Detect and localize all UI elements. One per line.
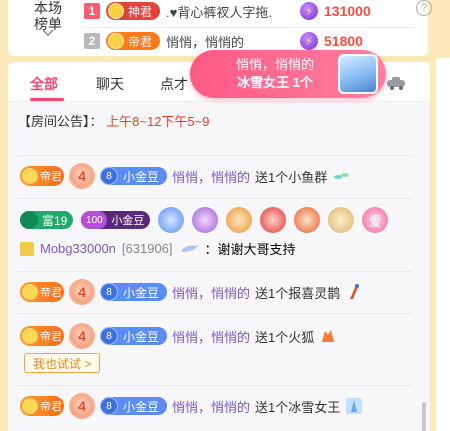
divider (18, 313, 412, 314)
toast-username: 悄悄，悄悄的 (235, 57, 314, 72)
bird-icon (180, 244, 198, 252)
fan-badge[interactable]: 8 小金豆 (100, 283, 168, 301)
gift-text: 送1个冰雪女王 (255, 399, 341, 415)
chat-panel: 全部 聊天 点才 【房间公告】： 上午8~12下午5~9 帝君 4 8 小金豆 … (8, 62, 430, 431)
try-it-button[interactable]: 我也试试 > (24, 353, 101, 373)
snow-queen-icon (338, 54, 378, 94)
tab-chat[interactable]: 聊天 (96, 74, 124, 94)
announcement-text: 上午8~12下午5~9 (106, 114, 210, 129)
ranking-row-1[interactable]: 1 神君 .♥背心裤衩人字拖. ⚡ 131000 (84, 0, 371, 22)
chat-user-id: [631906] (121, 241, 173, 256)
fan-level: 8 (100, 327, 118, 345)
user-level-badge[interactable]: 4 (69, 279, 95, 305)
noble-badge[interactable]: 帝君 (20, 396, 64, 416)
fan-level: 8 (100, 167, 118, 185)
lightning-coin-icon: ⚡ (300, 32, 319, 50)
help-icon[interactable]: ? (416, 0, 432, 16)
fan-name: 小金豆 (123, 169, 160, 184)
gift-message: 帝君 4 8 小金豆 悄悄，悄悄的 送1个小鱼群 (20, 163, 350, 189)
ranking-title-line1: 本场 (34, 0, 62, 16)
magpie-icon (350, 284, 360, 299)
ranking-divider (84, 27, 414, 28)
announcement-prefix: 【房间公告】： (18, 114, 103, 129)
rank-number: 1 (84, 3, 100, 19)
ranking-username: 悄悄，悄悄的 (166, 34, 245, 50)
fan-level: 8 (100, 397, 118, 415)
message-username[interactable]: 悄悄，悄悄的 (172, 283, 250, 302)
divider (18, 155, 412, 156)
wealth-label: 富19 (42, 213, 68, 228)
wealth-icon (20, 211, 38, 229)
gift-text: 送1个火狐 (255, 329, 315, 345)
user-level-badge[interactable]: 4 (69, 393, 95, 419)
fire-fox-icon (322, 330, 335, 342)
gold-fan-badge[interactable]: 100 小金豆 (81, 211, 151, 229)
ranking-panel: 本场 榜单 1 神君 .♥背心裤衩人字拖. ⚡ 131000 2 帝君 悄悄，悄… (8, 0, 432, 56)
gift-message: 帝君 4 8 小金豆 悄悄，悄悄的 送1个冰雪女王 (20, 393, 363, 419)
noble-label: 神君 (128, 4, 153, 19)
user-level-badge[interactable]: 4 (69, 323, 95, 349)
tab-dian[interactable]: 点才 (160, 74, 188, 94)
gold-fan-name: 小金豆 (111, 215, 145, 227)
ranking-score: 51800 (324, 33, 363, 49)
scrollbar[interactable] (422, 402, 426, 431)
divider (18, 198, 412, 199)
car-icon[interactable] (386, 76, 408, 90)
crown-icon (108, 33, 124, 49)
noble-badge[interactable]: 帝君 (20, 166, 64, 186)
tab-active-underline (30, 98, 64, 101)
level-medal-icon[interactable] (328, 207, 355, 233)
user-badges-row: 富19 100 小金豆 爱 (20, 207, 389, 233)
fan-badge[interactable]: 8 小金豆 (100, 327, 168, 345)
noble-badge[interactable]: 帝君 (20, 282, 64, 302)
gift-text: 送1个报喜灵鹊 (255, 285, 341, 301)
fan-badge[interactable]: 8 小金豆 (100, 167, 168, 185)
chat-message: Mobg33000n [631906] ：谢谢大哥支持 (20, 239, 296, 258)
message-username[interactable]: 悄悄，悄悄的 (172, 327, 250, 346)
fan-badge[interactable]: 8 小金豆 (100, 397, 168, 415)
chat-username[interactable]: Mobg33000n (40, 241, 116, 256)
noble-badge[interactable]: 帝君 (20, 326, 64, 346)
noble-badge: 帝君 (106, 32, 161, 50)
toast-text: 悄悄，悄悄的 冰雪女王 1个 (210, 56, 340, 92)
gift-toast[interactable]: 悄悄，悄悄的 冰雪女王 1个 (190, 50, 386, 98)
lightning-coin-icon: ⚡ (300, 2, 319, 20)
noble-label: 帝君 (128, 34, 153, 49)
chevron-down-icon[interactable] (41, 28, 55, 38)
message-username[interactable]: 悄悄，悄悄的 (172, 397, 250, 416)
love-medal-icon[interactable]: 爱 (362, 207, 389, 233)
gift-message: 帝君 4 8 小金豆 悄悄，悄悄的 送1个报喜灵鹊 (20, 279, 363, 305)
fish-school-icon (334, 173, 350, 179)
wealth-badge[interactable]: 富19 (20, 211, 74, 229)
chat-text: ：谢谢大哥支持 (204, 242, 296, 257)
message-username[interactable]: 悄悄，悄悄的 (172, 167, 250, 186)
ranking-score: 131000 (324, 3, 371, 19)
ranking-row-2[interactable]: 2 帝君 悄悄，悄悄的 ⚡ 51800 (84, 30, 363, 52)
snow-queen-icon (346, 398, 363, 414)
noble-badge: 神君 (106, 2, 161, 20)
fan-level: 8 (100, 283, 118, 301)
heart-medal-icon[interactable] (158, 207, 185, 233)
fan-name: 小金豆 (123, 285, 160, 300)
room-announcement: 【房间公告】： 上午8~12下午5~9 (18, 111, 209, 130)
user-level-badge[interactable]: 4 (69, 163, 95, 189)
ranking-username: .♥背心裤衩人字拖. (166, 4, 272, 20)
gift-text: 送1个小鱼群 (255, 169, 328, 185)
crown-icon (108, 3, 124, 19)
flower-medal-icon[interactable] (294, 207, 321, 233)
gift-message: 帝君 4 8 小金豆 悄悄，悄悄的 送1个火狐 (20, 323, 337, 349)
right-side-strip (436, 58, 450, 431)
play-medal-icon[interactable] (260, 207, 287, 233)
divider (18, 385, 412, 386)
divider (18, 271, 412, 272)
toast-gift: 冰雪女王 1个 (237, 75, 313, 90)
tab-all[interactable]: 全部 (30, 74, 58, 94)
gold-fan-level: 100 (81, 211, 108, 229)
crown-medal-icon[interactable] (192, 207, 219, 233)
fan-name: 小金豆 (123, 399, 160, 414)
rank-number: 2 (84, 33, 100, 49)
fan-name: 小金豆 (123, 329, 160, 344)
gold-medal-icon[interactable] (226, 207, 253, 233)
user-icon (20, 241, 34, 256)
